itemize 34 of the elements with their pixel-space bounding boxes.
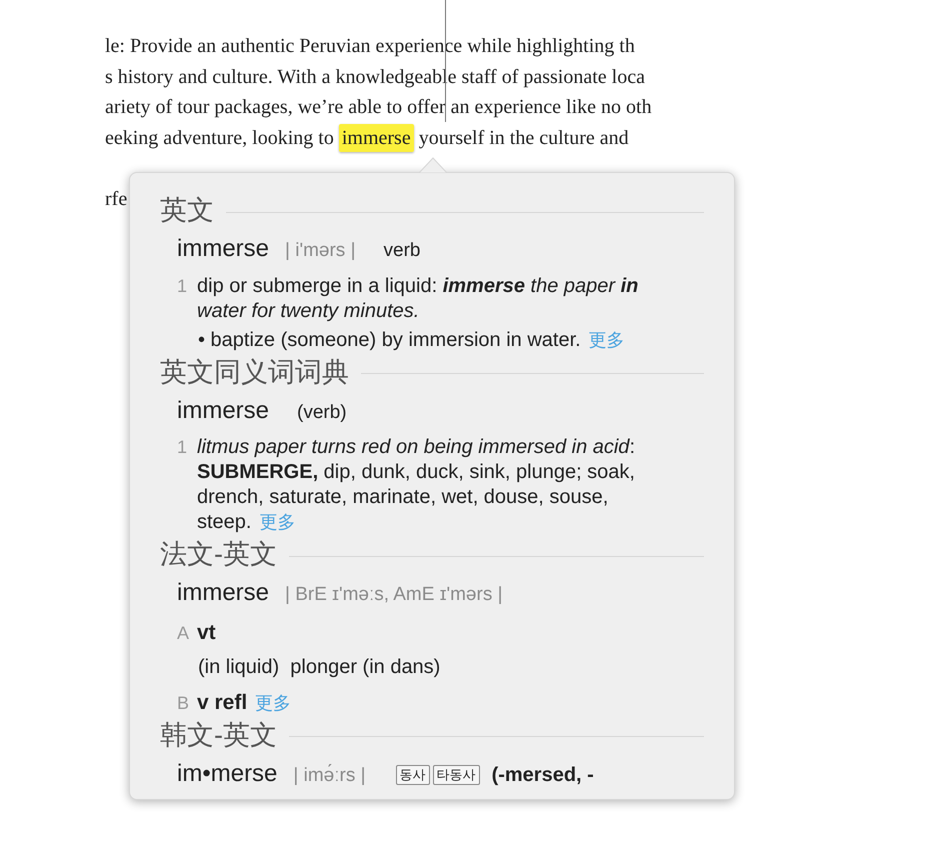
grammar-label: vt (197, 620, 216, 646)
part-of-speech: verb (384, 239, 420, 263)
sense-letter: B (177, 692, 190, 714)
definition-text: dip or submerge in a liquid: immerse the paper in water for twenty minutes. (197, 274, 640, 324)
definition-text: litmus paper turns red on being immersed in acid: SUBMERGE, dip, dunk, duck, sink, plunge; soak, drench, saturate, marinate, wet, douse, souse, steep. 更多 (197, 435, 636, 535)
more-link[interactable]: 更多 (255, 690, 292, 716)
grammar-tag: 타동사 (432, 764, 480, 785)
passage-text: ariety of tour packages, we’re able to offer an experience like no oth (105, 96, 652, 118)
translation-text: (in liquid) plonger (in dans) (198, 656, 440, 678)
passage-text: eeking adventure, looking to (105, 126, 335, 148)
headword: immerse (177, 396, 270, 424)
highlighted-word: immerse (338, 124, 414, 152)
passage-text: rfe (105, 188, 128, 210)
headword: immerse (177, 579, 270, 607)
pronunciation: | imə́ːrs | (293, 763, 366, 788)
definition-text: • baptize (someone) by immersion in water. (198, 328, 581, 352)
passage-text: yourself in the culture and (418, 126, 629, 148)
section-heading: 韩文-英文 (160, 718, 277, 752)
sense-number: 1 (177, 436, 188, 459)
section-heading: 英文 (160, 194, 214, 227)
sense-letter: A (177, 622, 190, 644)
more-link[interactable]: 更多 (588, 328, 625, 352)
sense-number: 1 (177, 274, 188, 298)
pronunciation: | i'mərs | (285, 239, 356, 263)
pronunciation: | BrE ɪ'məːs, AmE ɪ'mərs | (285, 583, 503, 607)
headword: immerse (177, 235, 270, 263)
section-heading: 法文-英文 (160, 538, 277, 571)
inflection: (-mersed, - (492, 762, 594, 788)
grammar-label: v refl (197, 690, 248, 716)
section-heading: 英文同义词词典 (160, 356, 349, 388)
more-link[interactable]: 更多 (259, 512, 296, 532)
part-of-speech: (verb) (297, 400, 347, 424)
grammar-tag: 동사 (396, 764, 430, 785)
headword: im•merse (177, 760, 278, 788)
